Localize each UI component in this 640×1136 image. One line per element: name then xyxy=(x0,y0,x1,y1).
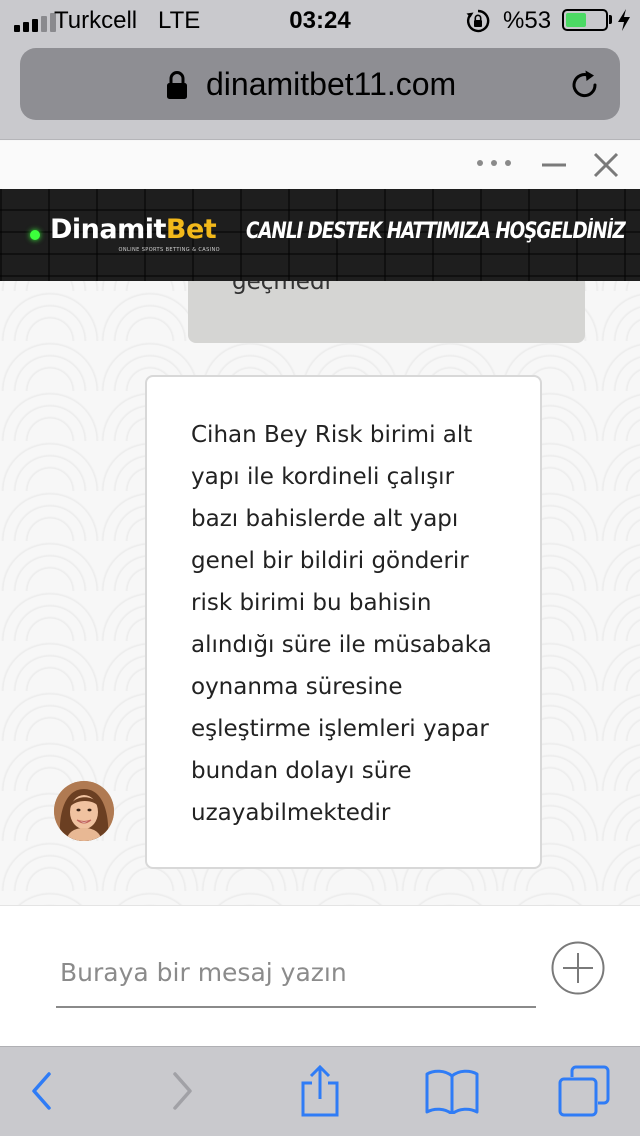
browser-toolbar xyxy=(0,1046,640,1136)
lock-icon xyxy=(167,71,187,99)
url-text: dinamitbet11.com xyxy=(206,66,457,102)
agent-message-text: Cihan Bey Risk birimi alt yapı ile kordi… xyxy=(191,414,521,834)
message-line: uzayabilmektedir xyxy=(191,800,391,826)
banner-headline: CANLI DESTEK HATTIMIZA HOŞGELDİNİZ xyxy=(246,219,626,244)
previous-message-text: geçmedi xyxy=(232,281,331,295)
back-button[interactable] xyxy=(20,1065,64,1117)
battery-icon xyxy=(562,9,608,31)
message-composer xyxy=(0,905,640,1046)
agent-avatar-image xyxy=(54,781,114,841)
tabs-icon xyxy=(558,1065,610,1117)
message-line: risk birimi bu bahisin xyxy=(191,590,432,616)
battery-percentage: %53 xyxy=(503,7,552,34)
more-icon[interactable] xyxy=(474,157,514,169)
message-input[interactable] xyxy=(56,938,536,1008)
back-icon xyxy=(32,1072,51,1110)
minimize-icon[interactable] xyxy=(540,151,568,179)
close-icon[interactable] xyxy=(592,151,620,179)
message-line: bazı bahislerde alt yapı xyxy=(191,506,459,532)
previous-message-bubble: geçmedi xyxy=(188,281,585,343)
reload-icon[interactable] xyxy=(568,68,602,102)
message-line: yapı ile kordineli çalışır xyxy=(191,464,455,490)
chat-window-controls xyxy=(0,141,640,189)
forward-icon xyxy=(173,1072,192,1110)
share-button[interactable] xyxy=(292,1065,348,1117)
dinamitbet-logo: DinamitBet ONLINE SPORTS BETTING & CASIN… xyxy=(50,213,230,263)
chat-banner: DinamitBet ONLINE SPORTS BETTING & CASIN… xyxy=(0,189,640,281)
orientation-lock-icon xyxy=(466,9,490,33)
message-line: Cihan Bey Risk birimi alt xyxy=(191,422,473,448)
battery-cap xyxy=(609,15,612,24)
message-line: bundan dolayı süre xyxy=(191,758,412,784)
message-line: eşleştirme işlemleri yapar xyxy=(191,716,489,742)
address-bar[interactable]: dinamitbet11.com xyxy=(20,48,620,120)
agent-message-bubble: Cihan Bey Risk birimi alt yapı ile kordi… xyxy=(145,375,542,869)
logo-word-dinamit: Dinamit xyxy=(50,214,166,245)
online-status-dot xyxy=(30,230,40,240)
logo-word-bet: Bet xyxy=(165,214,217,245)
logo-tagline: ONLINE SPORTS BETTING & CASINO xyxy=(118,247,220,253)
bookmarks-button[interactable] xyxy=(424,1065,480,1117)
message-line: oynanma süresine xyxy=(191,674,403,700)
status-bar: Turkcell LTE 03:24 %53 xyxy=(0,0,640,40)
agent-avatar xyxy=(54,781,114,841)
share-icon xyxy=(301,1065,339,1117)
forward-button[interactable] xyxy=(160,1065,204,1117)
logo-wordmark: DinamitBet xyxy=(50,213,230,247)
tabs-button[interactable] xyxy=(556,1065,612,1117)
bookmarks-icon xyxy=(425,1069,479,1114)
message-line: genel bir bildiri gönderir xyxy=(191,548,469,574)
chat-window: DinamitBet ONLINE SPORTS BETTING & CASIN… xyxy=(0,141,640,1046)
battery-level-fill xyxy=(566,13,587,27)
message-line: alındığı süre ile müsabaka xyxy=(191,632,492,658)
add-attachment-icon[interactable] xyxy=(550,940,606,996)
charging-bolt-icon xyxy=(618,9,630,31)
browser-address-area: dinamitbet11.com xyxy=(0,40,640,140)
